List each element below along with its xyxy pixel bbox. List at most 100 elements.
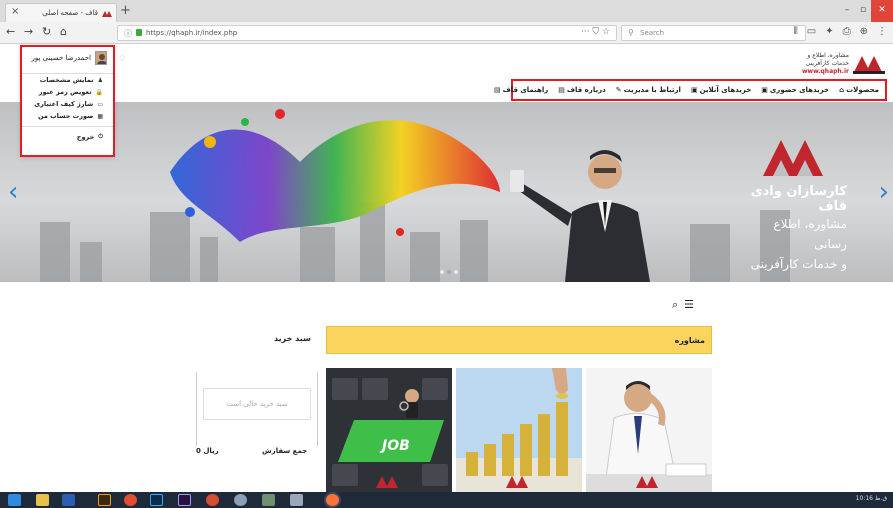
hero-slider[interactable]: کارسازان وادی قاف مشاوره، اطلاع رسانی و … [0,102,893,282]
menu-item-profile[interactable]: ♟ نمایش مشخصات [22,74,113,86]
app-icon[interactable] [206,494,219,506]
page-actions[interactable]: ··· ⛉ ☆ [581,27,610,37]
system-tray-clock[interactable]: 10:16 ق.ظ [856,495,887,502]
nav-in-person-purchases[interactable]: ▣ خریدهای حضوری [761,86,829,94]
maximize-button[interactable]: ▫ [855,0,871,22]
cart-title: سبد خرید [274,334,311,343]
reload-icon[interactable]: ↻ [42,25,51,38]
skyline-building [40,222,70,282]
slider-prev-button[interactable]: ‹ [8,177,18,207]
premiere-icon[interactable] [178,494,191,506]
back-arrow-icon[interactable]: ← [6,25,15,38]
windows-start-icon[interactable] [8,494,21,506]
close-window-button[interactable]: ✕ [871,0,893,22]
cart-box: سبد خرید خالی است [196,372,318,446]
chrome-icon[interactable] [124,494,137,506]
cart-total-label: جمع سفارش [262,447,308,455]
businessman-illustration [510,150,650,282]
search-icon[interactable]: ⌕ [672,298,678,312]
windows-taskbar: 10:16 ق.ظ [0,492,893,508]
avatar [95,51,107,65]
search-input[interactable]: ⚲ Search [621,25,806,41]
search-placeholder: Search [640,29,665,37]
slider-dots [440,270,458,274]
word-icon[interactable] [62,494,75,506]
site-header: ♢ مشاوره، اطلاع و خدمات کارآفرینی www.qh… [0,44,893,78]
product-card-job[interactable]: JOB [326,368,452,492]
new-tab-button[interactable]: + [120,3,131,18]
app-icon[interactable] [262,494,275,506]
illustrator-icon[interactable] [98,494,111,506]
slider-dot[interactable] [447,270,451,274]
product-card-stress[interactable] [586,368,712,492]
send-icon: ✎ [615,86,622,94]
user-menu-list: ♟ نمایش مشخصات 🔒 تعویض رمز عبور ▭ شارژ ک… [22,73,113,143]
category-header: مشاوره [326,326,712,354]
zoom-icon[interactable]: ⊕ [860,26,868,37]
job-key-text: JOB [379,438,410,454]
doc-icon: ▤ [493,86,501,94]
url-bar[interactable]: ⓘ https://qhaph.ir/index.php ··· ⛉ ☆ [117,25,617,41]
firefox-icon[interactable] [326,494,339,506]
user-toggle[interactable]: احمدرضا حسینی پور [32,51,107,65]
menu-item-my-invoice[interactable]: ▦ صورت حساب من [22,110,113,122]
info-icon[interactable]: ⓘ [124,28,132,39]
slider-dot[interactable] [440,270,444,274]
printer-icon[interactable]: ⎙ [843,26,851,37]
home-icon: ⌂ [839,86,845,94]
home-icon[interactable]: ⌂ [60,25,67,38]
category-title: مشاوره [674,336,705,345]
site-favicon-icon [102,11,112,17]
url-text[interactable]: https://qhaph.ir/index.php [146,29,237,37]
menu-item-change-password[interactable]: 🔒 تعویض رمز عبور [22,86,113,98]
list-view-icon[interactable]: ☰ [684,298,694,312]
bag-icon: ▣ [761,86,768,94]
logo-triangles-icon [853,56,885,74]
browser-tab[interactable]: × قاف - صفحه اصلی [5,3,117,22]
forward-arrow-icon[interactable]: → [24,25,33,38]
slider-dot[interactable] [454,270,458,274]
app-icon[interactable] [234,494,247,506]
user-icon: ♟ [97,76,103,84]
nav-about[interactable]: ▤ درباره قاف [558,86,605,94]
tab-title: قاف - صفحه اصلی [42,9,98,17]
site-logo[interactable]: مشاوره، اطلاع و خدمات کارآفرینی www.qhap… [801,50,885,76]
nav-label: محصولات [846,86,879,94]
nav-label: خریدهای حضوری [769,86,830,94]
browser-tab-bar: × قاف - صفحه اصلی + – ▫ ✕ [0,0,893,22]
nav-products[interactable]: ⌂ محصولات [839,86,879,94]
menu-icon[interactable]: ⋮ [877,26,887,37]
user-dropdown-menu: احمدرضا حسینی پور ♟ نمایش مشخصات 🔒 تعویض… [20,45,115,157]
file-explorer-icon[interactable] [36,494,49,506]
menu-item-label: صورت حساب من [38,112,94,120]
card-logo-icon [636,476,658,488]
search-icon: ⚲ [628,28,634,37]
minimize-button[interactable]: – [839,0,855,22]
nav-label: ارتباط با مدیریت [623,86,681,94]
logo-url: www.qhaph.ir [801,68,849,75]
doc-icon: ▤ [558,86,565,94]
logo-line-2: خدمات کارآفرینی [805,60,849,67]
nav-online-purchases[interactable]: ▣ خریدهای آنلاین [691,86,751,94]
card-logo-icon [376,476,398,488]
menu-item-label: خروج [76,133,95,141]
app-icon[interactable] [290,494,303,506]
tab-close-icon[interactable]: × [11,6,19,17]
menu-item-logout[interactable]: ⏻ خروج [22,131,113,143]
menu-item-wallet-charge[interactable]: ▭ شارژ کیف اعتباری [22,98,113,110]
library-icon[interactable]: ⫴ [794,26,798,37]
photoshop-icon[interactable] [150,494,163,506]
power-icon: ⏻ [98,133,103,140]
notification-bell-icon[interactable]: ♢ [118,54,126,64]
nav-contact-management[interactable]: ✎ ارتباط با مدیریت [616,86,681,94]
nav-guide[interactable]: ▤ راهنمای قاف [494,86,548,94]
credit-card-icon: ▭ [97,100,103,108]
lock-icon [136,29,142,36]
product-card-coins[interactable] [456,368,582,492]
sidebar-icon[interactable]: ▭ [807,26,816,37]
brand-logo-icon [763,140,823,176]
extension-icon[interactable]: ✦ [825,26,833,37]
slider-next-button[interactable]: › [879,177,889,207]
view-tools: ⌕ ☰ [672,298,694,312]
menu-item-label: تعویض رمز عبور [38,88,92,96]
